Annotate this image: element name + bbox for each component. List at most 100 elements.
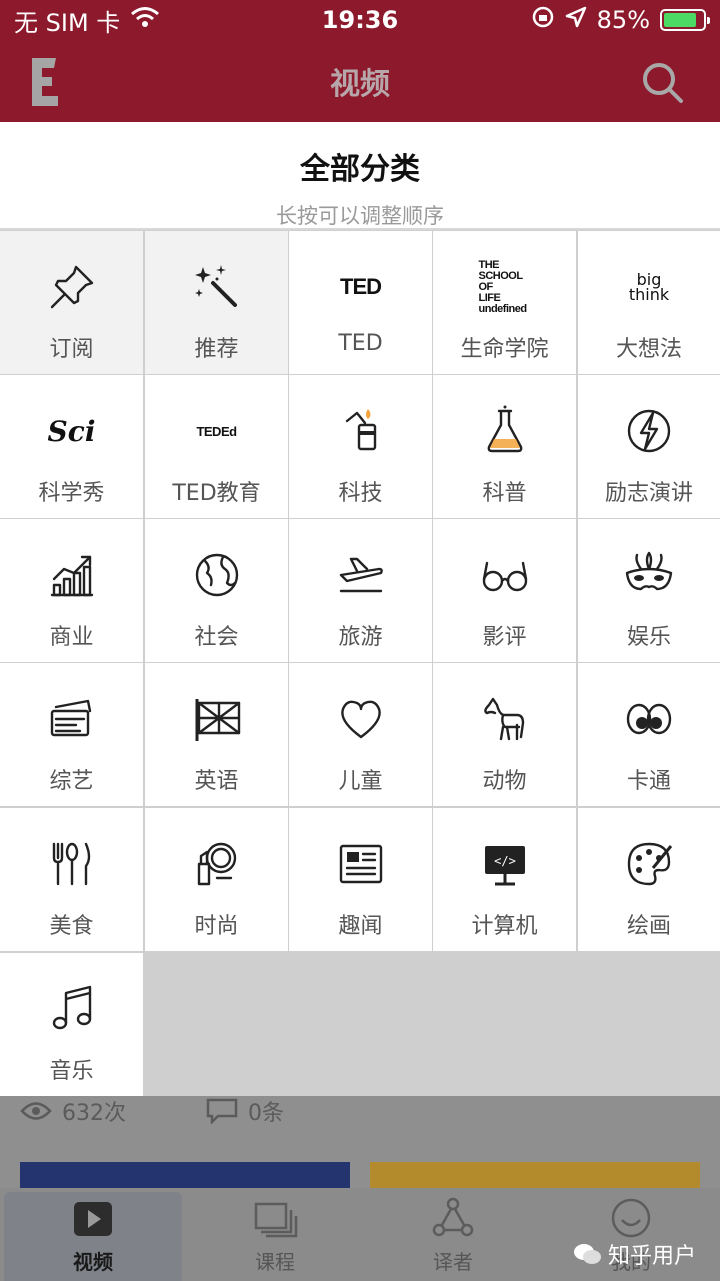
cartoon-eyes-icon [623,693,675,745]
category-label: 动物 [482,769,527,794]
location-arrow-icon [565,6,587,34]
category-label: 美食 [49,914,94,939]
category-label: 科学秀 [38,481,105,506]
video-thumbnail[interactable] [370,1162,700,1190]
search-icon[interactable] [640,60,684,104]
category-label: 商业 [49,625,94,650]
ted-ed-logo-icon: TEDEd [196,423,237,439]
category-cell[interactable]: 综艺 [0,663,143,806]
comment-count: 0条 [248,1101,284,1126]
category-cell[interactable]: 时尚 [145,808,288,951]
category-label: 英语 [194,769,239,794]
magic-wand-icon [191,261,243,313]
divider [0,228,720,230]
category-cell[interactable]: 科普 [433,375,576,518]
cutlery-icon [46,838,98,890]
tab-label: 课程 [255,1250,295,1274]
category-label: 绘画 [626,914,671,939]
category-cell[interactable]: 动物 [433,663,576,806]
computer-icon: </> [479,838,531,890]
battery-percent: 85% [596,6,650,34]
page-title: 视频 [330,67,390,102]
globe-icon [191,549,243,601]
category-cell[interactable]: 卡通 [578,663,720,806]
category-cell[interactable]: 娱乐 [578,519,720,662]
comment-icon [206,1098,238,1124]
category-label: 趣闻 [338,914,383,939]
battery-icon [660,9,710,31]
category-cell[interactable]: Sci 科学秀 [0,375,143,518]
category-label: 卡通 [626,769,671,794]
category-label: 大想法 [615,337,682,362]
category-label: 娱乐 [626,625,671,650]
category-label: 推荐 [194,337,239,362]
watermark: 知乎用户 [572,1238,696,1270]
tab-courses[interactable]: 课程 [186,1188,364,1281]
video-thumbnail[interactable] [20,1162,350,1190]
flask-icon [479,405,531,457]
growth-chart-icon [46,549,98,601]
status-bar: 无 SIM 卡 19:36 85% [0,0,720,40]
wifi-icon [130,5,160,35]
sheet-subtitle: 长按可以调整顺序 [276,204,444,228]
school-of-life-logo-icon: THE SCHOOL OF LIFE undefined [478,258,531,314]
wechat-icon [573,1244,601,1264]
tab-label: 视频 [73,1250,113,1274]
category-cell[interactable]: 趣闻 [289,808,432,951]
lightning-icon [623,405,675,457]
category-cell[interactable]: 商业 [0,519,143,662]
palette-icon [623,838,675,890]
svg-text:</>: </> [494,854,516,868]
pin-icon [46,261,98,313]
video-stats: 632次 0条 [20,1096,284,1126]
category-cell[interactable]: </> 计算机 [433,808,576,951]
category-cell[interactable]: big think 大想法 [578,231,720,374]
tab-label: 译者 [433,1250,473,1274]
airplane-icon [335,549,387,601]
category-cell[interactable]: 订阅 [0,231,143,374]
category-cell[interactable]: 推荐 [145,231,288,374]
music-note-icon [46,983,98,1035]
category-label: 旅游 [338,625,383,650]
mask-icon [623,549,675,601]
newspaper-icon [335,838,387,890]
heart-icon [335,693,387,745]
category-cell[interactable]: TED TED [289,231,432,374]
category-cell[interactable]: 社会 [145,519,288,662]
e-logo-icon[interactable] [30,56,60,108]
rotation-lock-icon [531,5,555,35]
stack-icon [254,1202,298,1238]
category-cell[interactable]: 影评 [433,519,576,662]
category-label: 社会 [194,625,239,650]
category-cell[interactable]: 音乐 [0,953,143,1096]
lighter-icon [335,405,387,457]
category-cell[interactable]: 绘画 [578,808,720,951]
makeup-icon [191,838,243,890]
category-cell[interactable]: 科技 [289,375,432,518]
tab-translators[interactable]: 译者 [364,1188,542,1281]
ted-logo-icon: TED [340,274,382,299]
eye-icon [20,1102,52,1120]
category-cell[interactable]: 儿童 [289,663,432,806]
tab-videos[interactable]: 视频 [4,1192,182,1281]
category-cell[interactable]: TEDEd TED教育 [145,375,288,518]
category-label: 计算机 [471,914,538,939]
category-label: 励志演讲 [604,481,693,506]
big-think-logo-icon: big think [628,270,670,304]
uk-flag-icon [191,693,243,745]
category-cell[interactable]: 励志演讲 [578,375,720,518]
category-cell[interactable]: THE SCHOOL OF LIFE undefined 生命学院 [433,231,576,374]
category-label: 综艺 [49,769,94,794]
logo-text: THE [478,258,500,271]
category-cell[interactable]: 英语 [145,663,288,806]
carrier-label: 无 SIM 卡 [14,8,121,37]
play-icon [74,1202,112,1236]
category-label: 影评 [482,625,527,650]
category-cell[interactable]: 旅游 [289,519,432,662]
nav-bar: 视频 [0,40,720,122]
category-label: 订阅 [49,337,94,362]
share-nodes-icon [432,1197,474,1237]
category-cell[interactable]: 美食 [0,808,143,951]
sheet-title: 全部分类 [300,152,420,187]
tickets-icon [46,693,98,745]
